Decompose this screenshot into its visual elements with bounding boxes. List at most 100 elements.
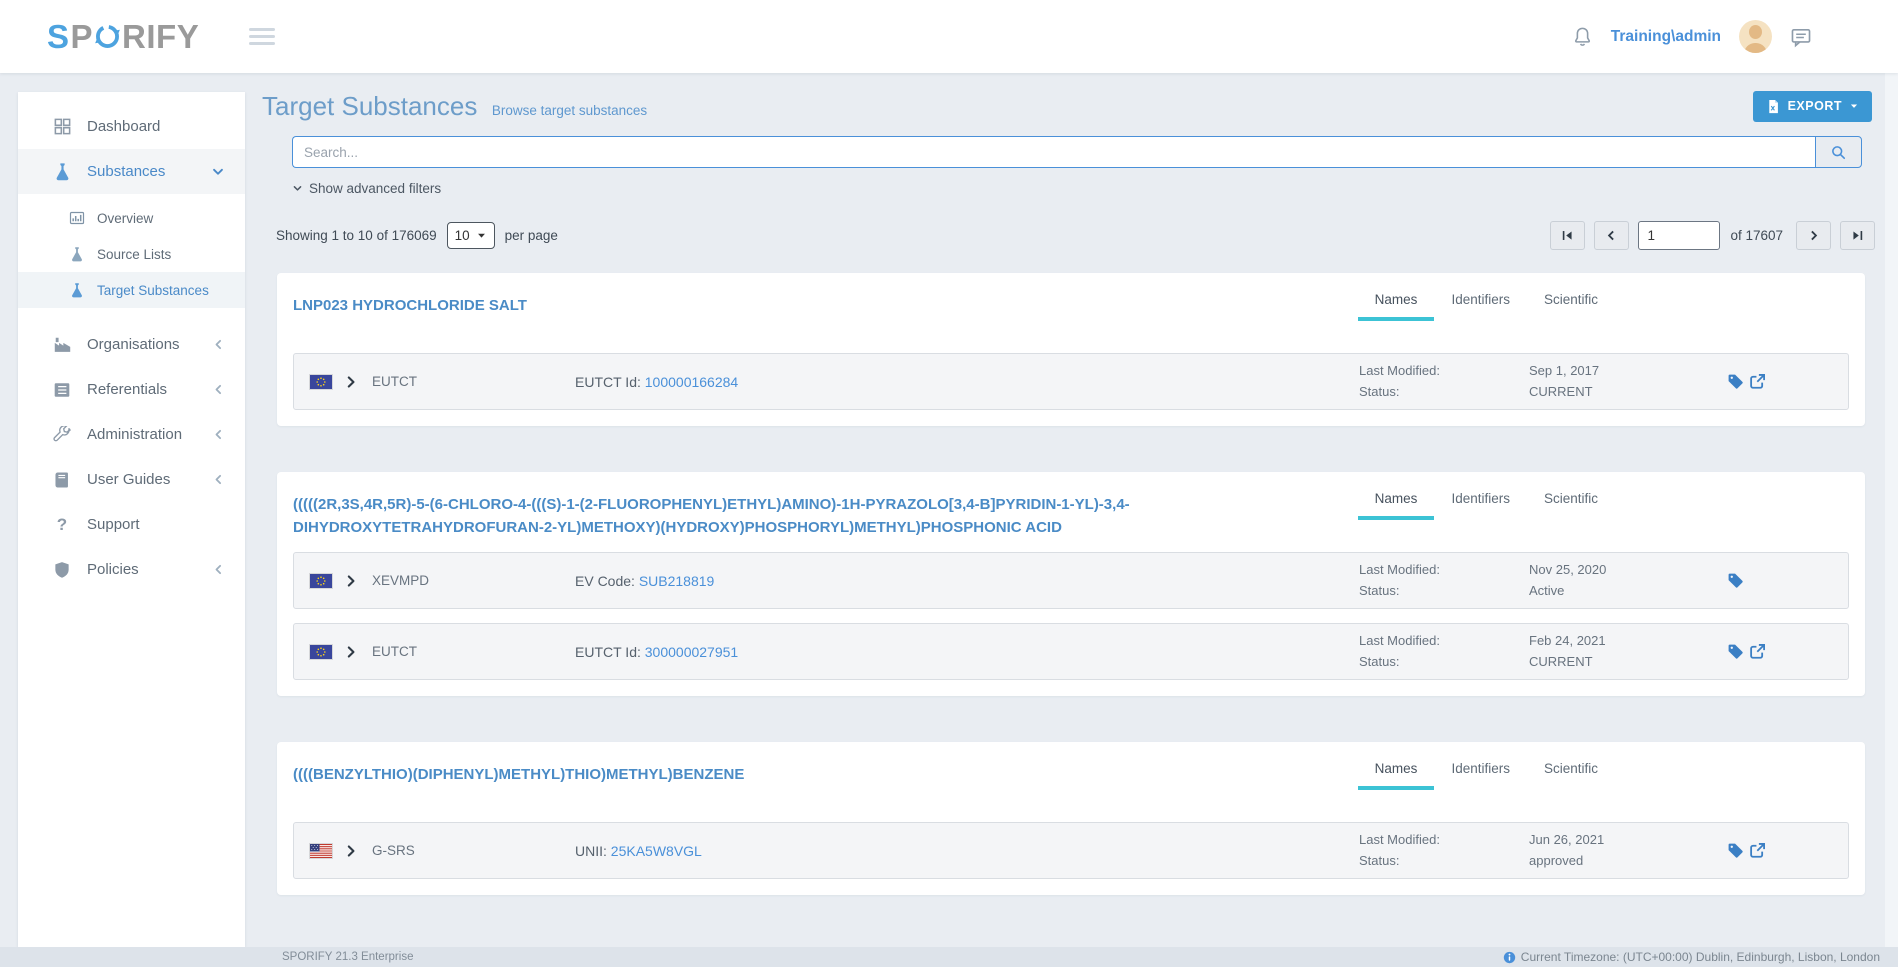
tab-identifiers[interactable]: Identifiers bbox=[1434, 482, 1527, 520]
last-modified-label: Last Modified: bbox=[1359, 631, 1529, 652]
tab-identifiers[interactable]: Identifiers bbox=[1434, 283, 1527, 321]
expand-chevron-icon[interactable] bbox=[344, 375, 358, 389]
external-link-icon[interactable] bbox=[1749, 373, 1766, 390]
page-number-input[interactable] bbox=[1638, 221, 1720, 250]
sidebar-item-label: Source Lists bbox=[97, 247, 171, 262]
tab-scientific[interactable]: Scientific bbox=[1527, 482, 1615, 520]
page-title: Target Substances bbox=[262, 91, 477, 121]
last-modified-value: Feb 24, 2021 bbox=[1529, 631, 1727, 652]
search-bar bbox=[292, 136, 1862, 168]
timezone-label: Current Timezone: (UTC+00:00) Dublin, Ed… bbox=[1521, 950, 1880, 964]
source-system-label: G-SRS bbox=[372, 843, 575, 858]
last-modified-value: Sep 1, 2017 bbox=[1529, 361, 1727, 382]
sidebar-item-substances[interactable]: Substances bbox=[18, 149, 245, 194]
eu-flag-icon bbox=[310, 645, 332, 659]
last-modified-value: Jun 26, 2021 bbox=[1529, 830, 1727, 851]
export-button-label: EXPORT bbox=[1788, 99, 1842, 113]
sidebar-item-administration[interactable]: Administration bbox=[18, 412, 245, 457]
card-header: ((((BENZYLTHIO)(DIPHENYL)METHYL)THIO)MET… bbox=[293, 758, 1849, 816]
tab-names[interactable]: Names bbox=[1358, 482, 1435, 520]
sidebar-item-overview[interactable]: Overview bbox=[18, 200, 245, 236]
sidebar-item-dashboard[interactable]: Dashboard bbox=[18, 104, 245, 149]
row-meta: Last Modified: Status: Nov 25, 2020 Acti… bbox=[1359, 560, 1727, 602]
expand-chevron-icon[interactable] bbox=[344, 844, 358, 858]
us-flag-icon bbox=[310, 844, 332, 858]
sidebar-item-target-substances[interactable]: Target Substances bbox=[18, 272, 245, 308]
expand-chevron-icon[interactable] bbox=[344, 574, 358, 588]
expand-chevron-icon[interactable] bbox=[344, 645, 358, 659]
substance-card: (((((2R,3S,4R,5R)-5-(6-CHLORO-4-(((S)-1-… bbox=[277, 472, 1865, 696]
row-actions bbox=[1727, 643, 1773, 660]
identifier-link[interactable]: 25KA5W8VGL bbox=[611, 843, 702, 859]
card-header: (((((2R,3S,4R,5R)-5-(6-CHLORO-4-(((S)-1-… bbox=[293, 488, 1849, 546]
per-page-select[interactable]: 10 bbox=[447, 222, 495, 249]
pagination: of 17607 bbox=[1541, 221, 1875, 250]
flask-icon bbox=[68, 246, 85, 262]
sidebar-item-policies[interactable]: Policies bbox=[18, 547, 245, 592]
identifier-link[interactable]: 100000166284 bbox=[645, 374, 738, 390]
export-button[interactable]: EXPORT bbox=[1753, 91, 1872, 122]
identifier-link[interactable]: 300000027951 bbox=[645, 644, 738, 660]
logo-text-p: P bbox=[71, 20, 94, 53]
user-menu[interactable]: Training\admin bbox=[1611, 28, 1721, 46]
first-page-button[interactable] bbox=[1550, 221, 1585, 250]
main-content: Target Substances Browse target substanc… bbox=[245, 73, 1898, 947]
tag-icon[interactable] bbox=[1727, 572, 1744, 589]
notifications-bell-icon[interactable] bbox=[1572, 26, 1593, 47]
search-input[interactable] bbox=[292, 136, 1815, 168]
tab-scientific[interactable]: Scientific bbox=[1527, 283, 1615, 321]
tab-names[interactable]: Names bbox=[1358, 283, 1435, 321]
chevron-left-icon bbox=[212, 563, 225, 576]
factory-icon bbox=[52, 335, 72, 354]
scrollbar-track[interactable] bbox=[1885, 73, 1898, 947]
grid-icon bbox=[52, 117, 72, 136]
search-icon bbox=[1830, 144, 1847, 161]
status-label: Status: bbox=[1359, 581, 1529, 602]
status-value: Active bbox=[1529, 581, 1727, 602]
sidebar-item-support[interactable]: ? Support bbox=[18, 502, 245, 547]
status-value: approved bbox=[1529, 851, 1727, 872]
chevron-left-icon bbox=[212, 473, 225, 486]
last-page-button[interactable] bbox=[1840, 221, 1875, 250]
avatar[interactable] bbox=[1739, 20, 1772, 53]
sidebar-item-organisations[interactable]: Organisations bbox=[18, 322, 245, 367]
status-label: Status: bbox=[1359, 382, 1529, 403]
chat-icon[interactable] bbox=[1790, 26, 1812, 48]
search-button[interactable] bbox=[1815, 136, 1862, 168]
external-link-icon[interactable] bbox=[1749, 842, 1766, 859]
source-row: EUTCT EUTCT Id: 100000166284 Last Modifi… bbox=[293, 353, 1849, 410]
next-page-button[interactable] bbox=[1796, 221, 1831, 250]
flask-icon bbox=[52, 162, 72, 181]
logo-cycle-icon bbox=[94, 23, 121, 50]
previous-page-button[interactable] bbox=[1594, 221, 1629, 250]
advanced-filters-toggle[interactable]: Show advanced filters bbox=[292, 181, 441, 196]
tag-icon[interactable] bbox=[1727, 842, 1744, 859]
source-system-label: EUTCT bbox=[372, 644, 575, 659]
results-count: Showing 1 to 10 of 176069 bbox=[276, 228, 437, 243]
row-actions bbox=[1727, 572, 1773, 589]
tag-icon[interactable] bbox=[1727, 373, 1744, 390]
sidebar-item-label: Dashboard bbox=[87, 118, 160, 135]
bar-chart-icon bbox=[68, 210, 85, 226]
identifier-link[interactable]: SUB218819 bbox=[639, 573, 715, 589]
source-row: XEVMPD EV Code: SUB218819 Last Modified:… bbox=[293, 552, 1849, 609]
sidebar-item-user-guides[interactable]: User Guides bbox=[18, 457, 245, 502]
substance-name-link[interactable]: LNP023 HYDROCHLORIDE SALT bbox=[293, 289, 1213, 318]
substances-submenu: Overview Source Lists Target Substances bbox=[18, 194, 245, 322]
sidebar-item-referentials[interactable]: Referentials bbox=[18, 367, 245, 412]
substance-name-link[interactable]: (((((2R,3S,4R,5R)-5-(6-CHLORO-4-(((S)-1-… bbox=[293, 488, 1213, 539]
logo-text-s: S bbox=[47, 20, 70, 53]
tab-scientific[interactable]: Scientific bbox=[1527, 752, 1615, 790]
external-link-icon[interactable] bbox=[1749, 643, 1766, 660]
sidebar-toggle-button[interactable] bbox=[247, 20, 277, 53]
substance-name-link[interactable]: ((((BENZYLTHIO)(DIPHENYL)METHYL)THIO)MET… bbox=[293, 758, 1213, 787]
sidebar-item-label: Substances bbox=[87, 163, 165, 180]
list-icon bbox=[52, 381, 72, 399]
tag-icon[interactable] bbox=[1727, 643, 1744, 660]
eu-flag-icon bbox=[310, 574, 332, 588]
sidebar-item-source-lists[interactable]: Source Lists bbox=[18, 236, 245, 272]
tab-names[interactable]: Names bbox=[1358, 752, 1435, 790]
logo-text-rest: RIFY bbox=[122, 20, 199, 53]
page-subtitle: Browse target substances bbox=[492, 103, 647, 118]
tab-identifiers[interactable]: Identifiers bbox=[1434, 752, 1527, 790]
